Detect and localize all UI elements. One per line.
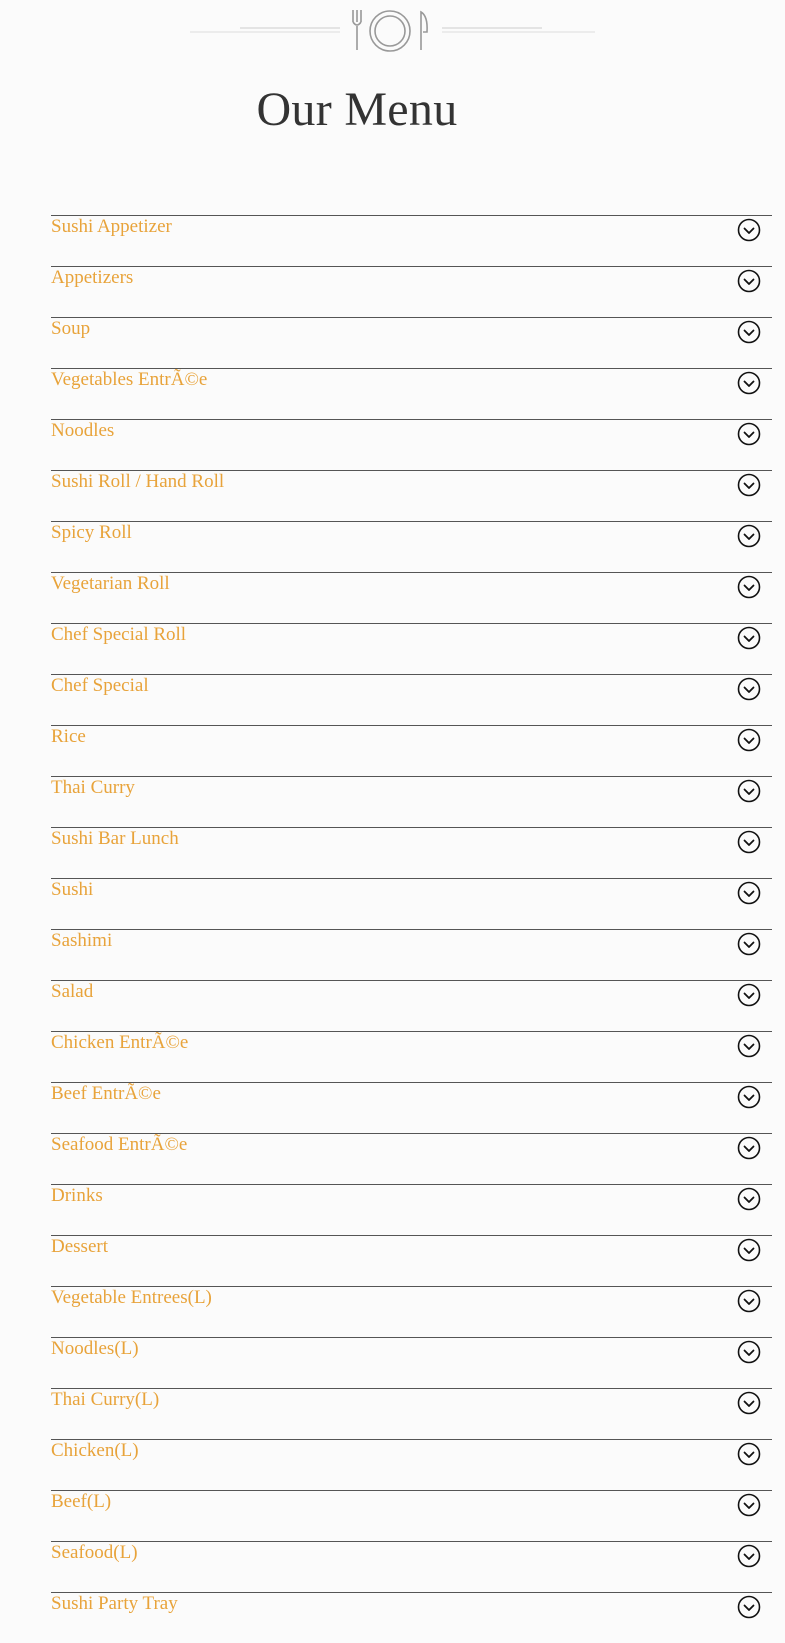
chevron-down-circle-icon[interactable] [737, 575, 761, 599]
menu-category-label[interactable]: Chef Special [51, 675, 149, 697]
menu-category-label[interactable]: Appetizers [51, 267, 133, 289]
chevron-down-circle-icon[interactable] [737, 1034, 761, 1058]
chevron-down-circle-icon[interactable] [737, 830, 761, 854]
chevron-down-circle-icon[interactable] [737, 1493, 761, 1517]
menu-category-label[interactable]: Seafood EntrÃ©e [51, 1134, 187, 1156]
chevron-down-circle-icon[interactable] [737, 1238, 761, 1262]
menu-category-label[interactable]: Seafood(L) [51, 1542, 138, 1564]
menu-category-label[interactable]: Drinks [51, 1185, 103, 1207]
menu-category-label[interactable]: Beef(L) [51, 1491, 111, 1513]
chevron-down-circle-icon[interactable] [737, 473, 761, 497]
chevron-down-circle-icon[interactable] [737, 269, 761, 293]
menu-category-label[interactable]: Sushi [51, 879, 93, 901]
menu-category-item[interactable]: Sushi Party Tray [51, 1592, 772, 1643]
chevron-down-circle-icon[interactable] [737, 1136, 761, 1160]
menu-category-item[interactable]: Beef(L) [51, 1490, 772, 1541]
menu-category-item[interactable]: Sushi [51, 878, 772, 929]
menu-category-label[interactable]: Sushi Bar Lunch [51, 828, 179, 850]
menu-category-item[interactable]: Thai Curry [51, 776, 772, 827]
menu-category-label[interactable]: Sashimi [51, 930, 112, 952]
menu-category-label[interactable]: Rice [51, 726, 86, 748]
menu-category-label[interactable]: Vegetarian Roll [51, 573, 170, 595]
chevron-down-circle-icon[interactable] [737, 1187, 761, 1211]
chevron-down-circle-icon[interactable] [737, 1595, 761, 1619]
menu-category-item[interactable]: Sushi Bar Lunch [51, 827, 772, 878]
menu-category-label[interactable]: Sushi Appetizer [51, 216, 172, 238]
menu-category-item[interactable]: Seafood EntrÃ©e [51, 1133, 772, 1184]
chevron-down-circle-icon[interactable] [737, 728, 761, 752]
menu-category-item[interactable]: Thai Curry(L) [51, 1388, 772, 1439]
menu-category-item[interactable]: Rice [51, 725, 772, 776]
menu-category-item[interactable]: Vegetable Entrees(L) [51, 1286, 772, 1337]
chevron-down-circle-icon[interactable] [737, 626, 761, 650]
page-title: Our Menu [256, 83, 458, 136]
chevron-down-circle-icon[interactable] [737, 677, 761, 701]
chevron-down-circle-icon[interactable] [737, 983, 761, 1007]
menu-category-label[interactable]: Chef Special Roll [51, 624, 186, 646]
menu-category-label[interactable]: Salad [51, 981, 93, 1003]
menu-category-label[interactable]: Dessert [51, 1236, 108, 1258]
menu-category-label[interactable]: Soup [51, 318, 90, 340]
menu-category-item[interactable]: Chicken EntrÃ©e [51, 1031, 772, 1082]
menu-category-item[interactable]: Drinks [51, 1184, 772, 1235]
menu-category-label[interactable]: Beef EntrÃ©e [51, 1083, 161, 1105]
chevron-down-circle-icon[interactable] [737, 1340, 761, 1364]
menu-category-item[interactable]: Appetizers [51, 266, 772, 317]
menu-category-item[interactable]: Seafood(L) [51, 1541, 772, 1592]
chevron-down-circle-icon[interactable] [737, 422, 761, 446]
menu-category-item[interactable]: Chef Special Roll [51, 623, 772, 674]
chevron-down-circle-icon[interactable] [737, 1085, 761, 1109]
menu-category-item[interactable]: Sushi Roll / Hand Roll [51, 470, 772, 521]
menu-category-item[interactable]: Noodles(L) [51, 1337, 772, 1388]
chevron-down-circle-icon[interactable] [737, 524, 761, 548]
chevron-down-circle-icon[interactable] [737, 881, 761, 905]
menu-category-item[interactable]: Vegetables EntrÃ©e [51, 368, 772, 419]
menu-category-label[interactable]: Vegetable Entrees(L) [51, 1287, 212, 1309]
menu-category-list: Sushi Appetizer Appetizers Soup Vegetables … [51, 215, 772, 1643]
menu-category-label[interactable]: Sushi Party Tray [51, 1593, 178, 1615]
menu-category-item[interactable]: Soup [51, 317, 772, 368]
menu-category-item[interactable]: Chicken(L) [51, 1439, 772, 1490]
menu-category-label[interactable]: Spicy Roll [51, 522, 132, 544]
menu-category-item[interactable]: Beef EntrÃ©e [51, 1082, 772, 1133]
chevron-down-circle-icon[interactable] [737, 1391, 761, 1415]
menu-category-label[interactable]: Sushi Roll / Hand Roll [51, 471, 224, 493]
chevron-down-circle-icon[interactable] [737, 1544, 761, 1568]
chevron-down-circle-icon[interactable] [737, 1289, 761, 1313]
menu-category-item[interactable]: Noodles [51, 419, 772, 470]
menu-category-item[interactable]: Sashimi [51, 929, 772, 980]
chevron-down-circle-icon[interactable] [737, 371, 761, 395]
menu-category-item[interactable]: Dessert [51, 1235, 772, 1286]
chevron-down-circle-icon[interactable] [737, 320, 761, 344]
menu-category-item[interactable]: Salad [51, 980, 772, 1031]
menu-category-item[interactable]: Spicy Roll [51, 521, 772, 572]
menu-category-label[interactable]: Thai Curry [51, 777, 135, 799]
plate-fork-knife-icon [190, 10, 595, 52]
menu-category-label[interactable]: Chicken(L) [51, 1440, 139, 1462]
chevron-down-circle-icon[interactable] [737, 1442, 761, 1466]
menu-category-label[interactable]: Noodles(L) [51, 1338, 139, 1360]
chevron-down-circle-icon[interactable] [737, 218, 761, 242]
menu-category-label[interactable]: Noodles [51, 420, 114, 442]
menu-category-label[interactable]: Vegetables EntrÃ©e [51, 369, 207, 391]
chevron-down-circle-icon[interactable] [737, 932, 761, 956]
menu-category-label[interactable]: Thai Curry(L) [51, 1389, 159, 1411]
menu-category-item[interactable]: Sushi Appetizer [51, 215, 772, 266]
menu-category-label[interactable]: Chicken EntrÃ©e [51, 1032, 188, 1054]
menu-category-item[interactable]: Vegetarian Roll [51, 572, 772, 623]
menu-category-item[interactable]: Chef Special [51, 674, 772, 725]
chevron-down-circle-icon[interactable] [737, 779, 761, 803]
